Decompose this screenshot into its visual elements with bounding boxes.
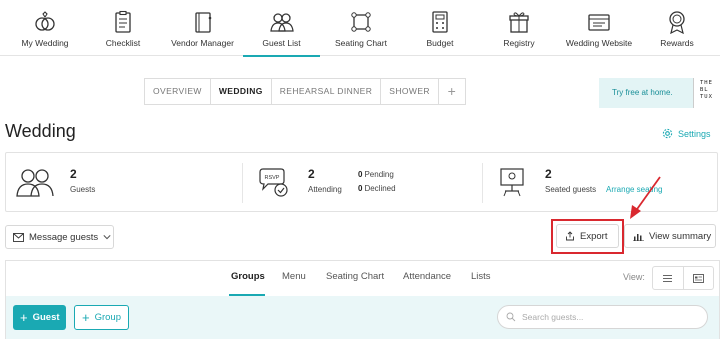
card-view-button[interactable] (682, 267, 713, 289)
subtab-lists[interactable]: Lists (471, 271, 491, 282)
chevron-down-icon (103, 235, 111, 240)
message-guests-label: Message guests (29, 231, 99, 243)
nav-label: Budget (426, 38, 454, 48)
annotation-arrow-icon (630, 176, 661, 219)
rewards-icon (669, 11, 685, 34)
export-label: Export (580, 230, 608, 242)
nav-label: Guest List (262, 38, 301, 48)
nav-label: Registry (503, 38, 535, 48)
gift-icon (509, 12, 529, 33)
nav-my-wedding[interactable]: My Wedding (10, 0, 80, 56)
page-title: Wedding (5, 121, 76, 141)
add-guest-label: Guest (32, 312, 60, 323)
nav-guest-list[interactable]: Guest List (243, 0, 320, 57)
guests-icon (269, 13, 294, 32)
tab-rehearsal-dinner[interactable]: REHEARSAL DINNER (272, 79, 382, 104)
promo-logo-line: TUX (700, 94, 713, 100)
declined-label: Declined (364, 184, 396, 193)
promo-logo: THE BL TUX (693, 78, 720, 108)
rsvp-icon: RSVP (259, 168, 288, 197)
add-group-button[interactable]: + Group (74, 305, 129, 330)
seating-chart-icon (351, 12, 371, 32)
top-navigation: My Wedding Checklist Vendor Manager Gues… (0, 0, 720, 57)
subtab-attendance[interactable]: Attendance (403, 271, 451, 282)
nav-label: My Wedding (21, 38, 69, 48)
svg-text:RSVP: RSVP (265, 175, 280, 181)
nav-vendor-manager[interactable]: Vendor Manager (165, 0, 240, 56)
settings-label: Settings (678, 128, 711, 139)
pending-count: 0 (358, 170, 363, 179)
bar-chart-icon (633, 233, 644, 241)
guests-couple-icon (16, 169, 54, 197)
nav-seating-chart[interactable]: Seating Chart (326, 0, 396, 56)
export-icon (566, 231, 574, 241)
add-guest-button[interactable]: + Guest (13, 305, 66, 330)
checklist-icon (115, 10, 131, 33)
add-event-button[interactable]: + (439, 79, 465, 104)
event-tabs: OVERVIEW WEDDING REHEARSAL DINNER SHOWER… (144, 78, 466, 105)
guests-label: Guests (70, 185, 96, 194)
tab-shower[interactable]: SHOWER (381, 79, 439, 104)
tab-wedding[interactable]: WEDDING (211, 79, 272, 104)
nav-label: Seating Chart (335, 38, 387, 48)
search-placeholder: Search guests... (522, 312, 584, 322)
message-guests-dropdown[interactable]: Message guests (5, 225, 114, 249)
nav-label: Checklist (105, 38, 141, 48)
stats-divider (482, 163, 483, 203)
list-view-button[interactable] (653, 267, 683, 289)
promo-text: Try free at home. (612, 88, 673, 97)
stats-divider (242, 163, 243, 203)
nav-checklist[interactable]: Checklist (93, 0, 153, 56)
tab-overview[interactable]: OVERVIEW (145, 79, 211, 104)
seated-label: Seated guests (545, 185, 597, 194)
subtab-groups[interactable]: Groups (231, 271, 265, 282)
nav-label: Vendor Manager (171, 38, 234, 48)
stats-panel: 2 Guests RSVP 2 Attending 0 Pending 0 Decl… (5, 152, 718, 212)
search-guests-input[interactable]: Search guests... (497, 305, 708, 329)
promo-banner[interactable]: Try free at home. THE BL TUX (599, 78, 720, 108)
nav-rewards[interactable]: Rewards (652, 0, 702, 56)
add-group-label: Group (94, 312, 121, 323)
search-icon (506, 312, 516, 322)
plus-icon: + (20, 310, 28, 325)
pending-stat: 0 Pending (358, 170, 394, 179)
guests-count: 2 (70, 167, 77, 181)
promo-logo-line: THE (700, 80, 713, 86)
nav-wedding-website[interactable]: Wedding Website (562, 0, 636, 56)
calculator-icon (432, 11, 448, 33)
seated-table-icon (500, 168, 524, 197)
subtab-seating-chart[interactable]: Seating Chart (326, 271, 384, 282)
pending-label: Pending (364, 170, 394, 179)
nav-budget[interactable]: Budget (410, 0, 470, 56)
attending-count: 2 (308, 167, 315, 181)
view-summary-button[interactable]: View summary (624, 224, 716, 248)
declined-stat: 0 Declined (358, 184, 396, 193)
seated-count: 2 (545, 167, 552, 181)
rings-icon (35, 11, 55, 31)
export-button[interactable]: Export (556, 224, 619, 248)
nav-label: Wedding Website (565, 38, 633, 48)
view-label: View: (623, 272, 645, 282)
card-view-icon (693, 273, 704, 283)
view-toggle (652, 266, 714, 290)
nav-registry[interactable]: Registry (494, 0, 544, 56)
promo-logo-line: BL (700, 87, 709, 93)
view-summary-label: View summary (649, 230, 712, 242)
settings-link[interactable]: Settings (662, 128, 711, 139)
subtab-menu[interactable]: Menu (282, 271, 306, 282)
list-view-icon (663, 274, 673, 282)
envelope-icon (13, 232, 24, 242)
gear-icon (662, 128, 673, 139)
plus-icon: + (82, 310, 90, 325)
nav-label: Rewards (660, 38, 694, 48)
attending-label: Attending (308, 185, 342, 194)
website-icon (588, 14, 610, 31)
vendor-book-icon (194, 12, 211, 33)
declined-count: 0 (358, 184, 363, 193)
